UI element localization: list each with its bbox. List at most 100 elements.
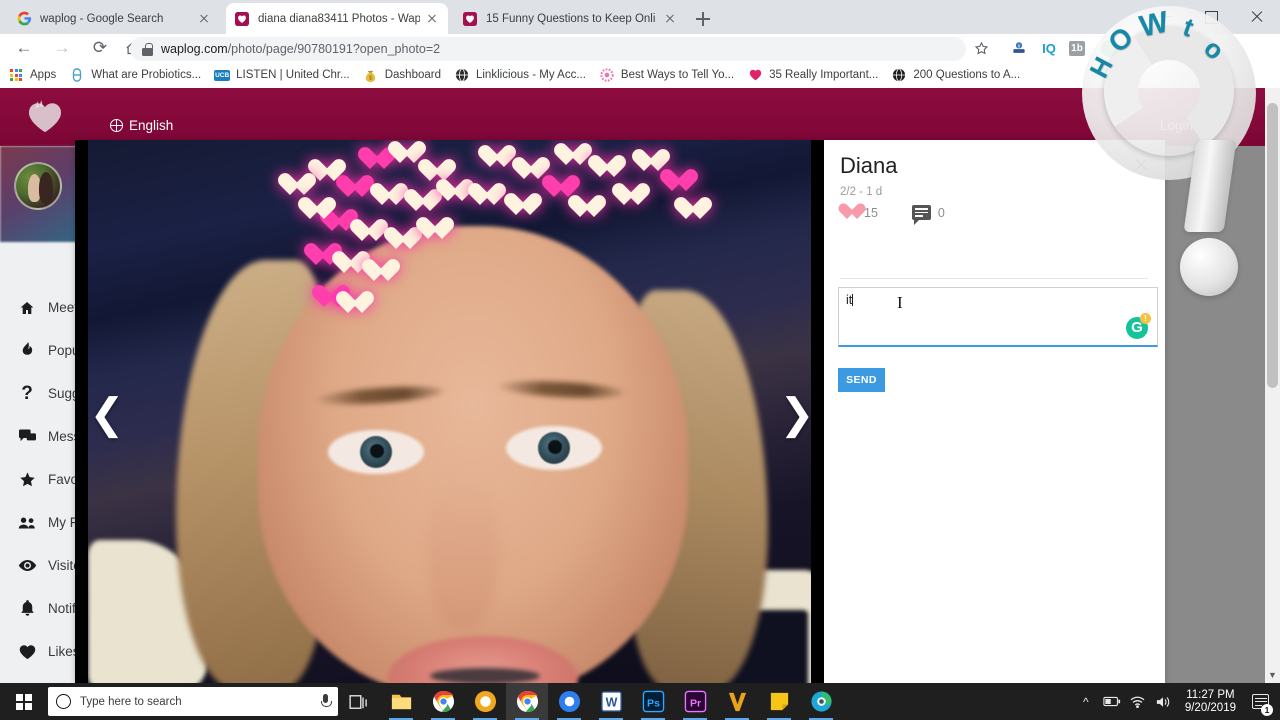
lip-line (430, 668, 540, 683)
photo-stage: ❮ ❯ (75, 140, 824, 683)
flame-icon (14, 342, 40, 359)
waplog-heart-logo[interactable] (26, 100, 64, 134)
address-bar[interactable]: waplog.com/photo/page/90780191?open_phot… (130, 37, 966, 61)
action-center-button[interactable]: 1 (1244, 683, 1276, 720)
bookmark-label: Dashboard (384, 69, 441, 81)
taskbar-app-yellow-browser[interactable] (464, 683, 506, 720)
svg-text:Ps: Ps (647, 697, 660, 709)
text-cursor-icon: I (897, 293, 903, 312)
likes-stat[interactable]: 15 (838, 204, 878, 221)
bookmark-35-important[interactable]: 35 Really Important... (747, 67, 878, 83)
send-button[interactable]: SEND (838, 368, 885, 392)
bookmark-label: Apps (30, 69, 57, 81)
search-circle-icon (56, 694, 71, 709)
windows-logo-icon (16, 693, 32, 710)
browser-tab-0[interactable]: waplog - Google Search (8, 3, 220, 34)
start-button[interactable] (0, 683, 48, 720)
taskbar-app-manycam[interactable] (800, 683, 842, 720)
language-selector[interactable]: English (109, 118, 174, 133)
search-input[interactable]: Type here to search (48, 687, 338, 716)
language-label: English (129, 118, 174, 133)
microphone-icon[interactable] (320, 694, 332, 709)
task-view-icon[interactable] (338, 683, 380, 720)
bookmark-dashboard[interactable]: $ Dashboard (363, 67, 441, 83)
heart-icon (838, 204, 857, 221)
close-icon[interactable] (424, 11, 440, 27)
taskbar-app-chrome-focused[interactable] (506, 683, 548, 720)
taskbar-app-premiere[interactable]: Pr (674, 683, 716, 720)
reload-button[interactable]: ⟳ (84, 34, 116, 62)
page-scrollbar[interactable]: ▼ (1265, 88, 1280, 683)
chevron-left-icon[interactable]: ❮ (85, 392, 129, 436)
taskbar-app-vegas[interactable] (716, 683, 758, 720)
comments-count: 0 (937, 205, 945, 220)
bookmark-apps[interactable]: Apps (8, 67, 56, 83)
url-path: /photo/page/90780191?open_photo=2 (227, 42, 441, 56)
show-hidden-icons[interactable]: ^ (1073, 683, 1099, 720)
browser-tab-1[interactable]: diana diana83411 Photos - Wapl (226, 3, 448, 34)
new-tab-button[interactable] (692, 8, 714, 30)
bookmark-label: Linklicious - My Acc... (475, 69, 586, 81)
bookmark-200-questions[interactable]: 200 Questions to A... (891, 67, 1020, 83)
eye-left (328, 430, 424, 474)
1b-extension-icon[interactable]: 1b (1064, 36, 1090, 60)
google-icon (16, 11, 32, 27)
search-placeholder: Type here to search (80, 695, 182, 708)
question-icon: ? (21, 382, 33, 404)
volume-icon[interactable] (1151, 683, 1177, 720)
apps-grid-icon (8, 67, 24, 83)
close-window-button[interactable] (1234, 0, 1280, 32)
close-icon[interactable] (662, 11, 678, 27)
chevron-right-icon[interactable]: ❯ (775, 392, 819, 436)
battery-icon[interactable] (1099, 683, 1125, 720)
taskbar-app-chrome[interactable] (422, 683, 464, 720)
close-icon[interactable] (1133, 156, 1149, 172)
ucb-icon: UCB (214, 69, 231, 81)
page-title: Diana (840, 153, 898, 178)
maximize-button[interactable] (1188, 0, 1234, 32)
iq-extension-icon[interactable]: IQ (1036, 36, 1062, 60)
minimize-button[interactable] (1142, 0, 1188, 32)
taskbar-app-blue-o[interactable] (548, 683, 590, 720)
comment-value: it (846, 293, 854, 307)
wifi-icon[interactable] (1125, 683, 1151, 720)
taskbar-app-file-explorer[interactable] (380, 683, 422, 720)
globe-icon (109, 118, 123, 132)
star-icon (14, 471, 40, 488)
taskbar-app-notes[interactable] (758, 683, 800, 720)
forward-button[interactable]: → (46, 34, 78, 62)
bookmark-linklicious[interactable]: Linklicious - My Acc... (454, 67, 586, 83)
photo-image (88, 140, 811, 683)
system-tray: ^ 11:27 PM 9/20/2019 1 (1073, 683, 1280, 720)
login-link[interactable]: Login (1160, 118, 1193, 133)
comment-input[interactable]: it I G ! (838, 287, 1158, 347)
svg-text:$: $ (369, 75, 372, 81)
tab-title: diana diana83411 Photos - Wapl (258, 12, 420, 25)
web-page-content: English Login Meet Popular ? My Visitors… (0, 88, 1280, 683)
pocket-icon[interactable]: 8 (1006, 36, 1032, 60)
nose (428, 470, 498, 630)
taskbar-app-photoshop[interactable]: Ps (632, 683, 674, 720)
taskbar-app-word[interactable]: W (590, 683, 632, 720)
url-host: waplog.com (161, 42, 228, 56)
pink-flower-icon (599, 67, 615, 83)
taskbar-clock[interactable]: 11:27 PM 9/20/2019 (1177, 689, 1244, 715)
tab-title: 15 Funny Questions to Keep Onli (486, 12, 656, 25)
scroll-down-arrow-icon[interactable]: ▼ (1268, 671, 1277, 680)
photo-meta: 2/2 - 1 d (840, 186, 883, 198)
comments-stat[interactable]: 0 (911, 205, 945, 225)
back-button[interactable]: ← (8, 34, 40, 62)
bookmark-star-icon[interactable] (968, 36, 994, 60)
three-dot-menu-icon[interactable]: ⋮ (1128, 36, 1154, 60)
bookmark-best-ways[interactable]: Best Ways to Tell Yo... (599, 67, 734, 83)
bookmark-label: 35 Really Important... (769, 69, 879, 81)
notification-badge: 1 (1261, 704, 1273, 716)
bookmark-listen[interactable]: UCB LISTEN | United Chr... (214, 67, 350, 83)
bookmark-probiotics[interactable]: What are Probiotics... (69, 67, 201, 83)
browser-tab-2[interactable]: 15 Funny Questions to Keep Onli (454, 3, 686, 34)
profile-avatar-icon[interactable] (1096, 36, 1122, 60)
scrollbar-thumb[interactable] (1267, 103, 1278, 388)
avatar[interactable] (14, 162, 62, 210)
likes-count: 15 (864, 205, 878, 220)
close-icon[interactable] (196, 11, 212, 27)
